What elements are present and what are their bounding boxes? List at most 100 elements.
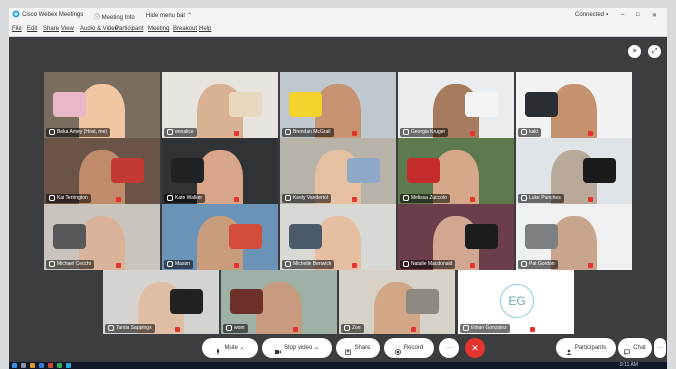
menu-item-participant[interactable]: Participant bbox=[115, 26, 143, 32]
participant-tile[interactable]: Brendan McGrail bbox=[280, 72, 396, 138]
participant-tile[interactable]: Kai Terrington bbox=[44, 138, 160, 204]
participant-tile[interactable]: Georgia Kruger bbox=[398, 72, 514, 138]
held-object bbox=[347, 157, 380, 183]
chat-button[interactable]: Chat bbox=[618, 338, 652, 358]
held-object bbox=[525, 223, 558, 249]
fullscreen-button[interactable]: ⤢ bbox=[648, 45, 661, 58]
more-options-button[interactable]: ··· bbox=[439, 338, 459, 358]
participant-tile[interactable]: annalice bbox=[162, 72, 278, 138]
participant-tile[interactable]: Michael Cecchi bbox=[44, 204, 160, 270]
meeting-info-button[interactable]: ⓘ Meeting Info bbox=[94, 12, 135, 21]
muted-mic-icon bbox=[530, 327, 535, 332]
muted-mic-icon bbox=[352, 197, 357, 202]
app-title: Cisco Webex Meetings bbox=[22, 12, 84, 18]
share-button[interactable]: Share bbox=[336, 338, 380, 358]
held-object bbox=[289, 223, 322, 249]
muted-mic-icon bbox=[352, 263, 357, 268]
participant-name-label: kaki bbox=[518, 128, 541, 137]
share-label: Share bbox=[354, 345, 371, 351]
excel-icon[interactable] bbox=[57, 363, 62, 368]
layout-button[interactable]: ≡ bbox=[628, 45, 641, 58]
participant-tile[interactable]: Keely Vandertol bbox=[280, 138, 396, 204]
participant-name-label: Tamia Sappings bbox=[105, 324, 155, 333]
participant-tile[interactable]: Pat Gordon bbox=[516, 204, 632, 270]
participant-tile[interactable]: Tamia Sappings bbox=[103, 270, 219, 334]
participant-tile[interactable]: Beka Amey (Host, me) bbox=[44, 72, 160, 138]
participant-figure bbox=[550, 215, 598, 270]
menu-item-share[interactable]: Share bbox=[43, 26, 59, 32]
muted-mic-icon bbox=[175, 327, 180, 332]
menu-item-meeting[interactable]: Meeting bbox=[148, 26, 169, 32]
participant-name: Georgia Kruger bbox=[411, 129, 446, 135]
file-explorer-icon[interactable] bbox=[30, 363, 35, 368]
participant-tile[interactable]: Zoe bbox=[339, 270, 455, 334]
participant-tile[interactable]: Michelle Benwick bbox=[280, 204, 396, 270]
participant-name: Keely Vandertol bbox=[293, 195, 328, 201]
participant-name-label: Beka Amey (Host, me) bbox=[46, 128, 111, 137]
stop-video-button[interactable]: Stop video ⌄ bbox=[262, 338, 332, 358]
edge-icon[interactable] bbox=[39, 363, 44, 368]
webex-window: Cisco Webex Meetings ⓘ Meeting Info Hide… bbox=[9, 8, 667, 362]
participant-name: Natalie Macdonald bbox=[411, 261, 453, 267]
minimize-button[interactable]: – bbox=[621, 12, 624, 18]
maximize-button[interactable]: □ bbox=[636, 12, 640, 18]
participant-tile[interactable]: Natalie Macdonald bbox=[398, 204, 514, 270]
stop-video-label: Stop video bbox=[283, 345, 313, 351]
microphone-icon bbox=[521, 260, 527, 267]
participant-name: Tamia Sappings bbox=[116, 325, 152, 331]
menu-item-audio-video[interactable]: Audio & Video bbox=[80, 26, 118, 32]
menu-item-edit[interactable]: Edit bbox=[27, 26, 37, 32]
share-icon bbox=[345, 344, 352, 356]
muted-mic-icon bbox=[470, 131, 475, 136]
participant-name: Brendan McGrail bbox=[293, 129, 331, 135]
participant-name-label: Pat Gordon bbox=[518, 260, 558, 269]
mute-button[interactable]: Mute ⌄ bbox=[202, 338, 258, 358]
held-object bbox=[465, 91, 498, 117]
menu-item-view[interactable]: View bbox=[61, 26, 74, 32]
held-object bbox=[53, 91, 86, 117]
participant-tile[interactable]: Melissa Zuccolo bbox=[398, 138, 514, 204]
microphone-icon bbox=[108, 324, 114, 331]
menu-item-help[interactable]: Help bbox=[199, 26, 211, 32]
start-icon[interactable] bbox=[12, 363, 17, 368]
held-object bbox=[170, 289, 203, 314]
microphone-icon bbox=[49, 128, 55, 135]
held-object bbox=[289, 91, 322, 117]
meeting-info-label: Meeting Info bbox=[101, 15, 135, 21]
microphone-icon bbox=[49, 194, 55, 201]
muted-mic-icon bbox=[470, 263, 475, 268]
participant-tile[interactable]: Kate Walker bbox=[162, 138, 278, 204]
held-object bbox=[111, 157, 144, 183]
participant-name-label: wom bbox=[223, 324, 248, 333]
participant-name-label: Zoe bbox=[341, 324, 364, 333]
hide-menu-bar-button[interactable]: Hide menu bar ⌃ bbox=[146, 12, 192, 19]
participant-name-label: Kai Terrington bbox=[46, 194, 91, 203]
participant-tile[interactable]: kaki bbox=[516, 72, 632, 138]
microphone-icon bbox=[167, 194, 173, 201]
record-button[interactable]: Record bbox=[384, 338, 434, 358]
record-icon bbox=[394, 344, 401, 356]
microphone-icon bbox=[285, 194, 291, 201]
participant-tile[interactable]: Mason bbox=[162, 204, 278, 270]
participants-button[interactable]: Participants bbox=[556, 338, 616, 358]
status-dot-icon: ▪ bbox=[606, 12, 609, 18]
search-icon[interactable] bbox=[21, 363, 26, 368]
participant-name-label: Luke Punches bbox=[518, 194, 564, 203]
webex-taskbar-icon[interactable] bbox=[66, 363, 71, 368]
participant-name-label: Michael Cecchi bbox=[46, 260, 94, 269]
participant-tile[interactable]: Luke Punches bbox=[516, 138, 632, 204]
participant-tile[interactable]: wom bbox=[221, 270, 337, 334]
office-icon[interactable] bbox=[48, 363, 53, 368]
menu-item-breakout[interactable]: Breakout bbox=[173, 26, 197, 32]
end-meeting-button[interactable]: ✕ bbox=[465, 338, 485, 358]
menu-item-file[interactable]: File bbox=[12, 26, 22, 32]
microphone-icon bbox=[285, 260, 291, 267]
microphone-icon bbox=[167, 260, 173, 267]
close-button[interactable]: ✕ bbox=[652, 12, 657, 19]
more-right-button[interactable]: ··· bbox=[654, 338, 666, 358]
participant-name: Kate Walker bbox=[175, 195, 203, 201]
taskbar: 9:11 AM bbox=[9, 362, 667, 369]
participant-tile[interactable]: EG Ethan Gonzalez bbox=[458, 270, 574, 334]
participant-name-label: Ethan Gonzalez bbox=[460, 324, 510, 333]
muted-mic-icon bbox=[411, 327, 416, 332]
